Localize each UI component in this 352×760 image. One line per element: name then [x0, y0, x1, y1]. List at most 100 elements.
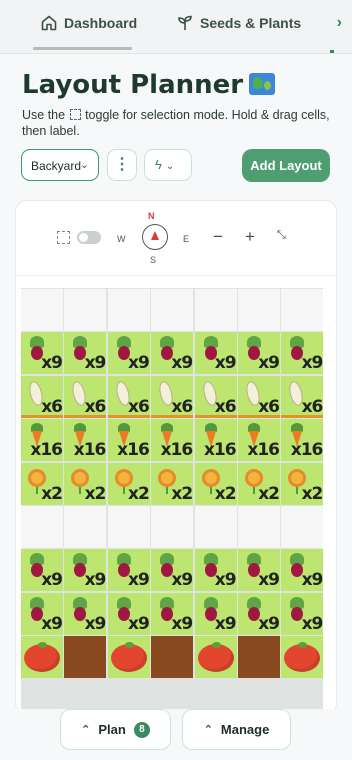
- grid-cell[interactable]: x9: [281, 592, 324, 635]
- grid-cell[interactable]: x6: [107, 375, 150, 418]
- grid-cell[interactable]: x9: [194, 592, 237, 635]
- plant-count: x9: [41, 570, 63, 591]
- plant-count: x9: [258, 570, 280, 591]
- grid-cell[interactable]: x6: [238, 375, 280, 418]
- plan-button[interactable]: ⌃ Plan 8: [60, 709, 171, 750]
- grid-cell[interactable]: x6: [194, 375, 237, 418]
- grid-cell[interactable]: x9: [64, 549, 107, 592]
- add-layout-button[interactable]: Add Layout: [242, 149, 330, 182]
- fit-view-icon[interactable]: ⤡: [277, 229, 290, 242]
- grid-cell[interactable]: x2: [107, 462, 150, 505]
- grid-cell[interactable]: x2: [194, 462, 237, 505]
- quick-actions-button[interactable]: ϟ ⌄: [144, 149, 192, 181]
- tomato-icon: [110, 642, 147, 673]
- grid-cell[interactable]: x16: [194, 419, 237, 462]
- plant-count: x9: [171, 613, 193, 634]
- soil-cell[interactable]: [64, 636, 107, 679]
- tab-seeds-plants[interactable]: Seeds & Plants: [176, 14, 301, 32]
- grid-cell[interactable]: [151, 289, 194, 331]
- grid-cell[interactable]: x9: [64, 332, 107, 375]
- grid-cell[interactable]: x6: [21, 375, 63, 418]
- grid-cell[interactable]: x9: [281, 549, 324, 592]
- grid-cell[interactable]: x9: [151, 592, 194, 635]
- grid-cell[interactable]: x16: [281, 419, 324, 462]
- grid-cell[interactable]: [281, 289, 324, 331]
- grid-cell[interactable]: x9: [238, 332, 280, 375]
- grid-cell[interactable]: x2: [151, 462, 194, 505]
- plant-count: x2: [128, 483, 150, 504]
- grid-cell[interactable]: x9: [21, 332, 63, 375]
- layout-select[interactable]: Backyard ⌄: [21, 149, 99, 181]
- manage-label: Manage: [220, 722, 270, 737]
- grid-cell[interactable]: x9: [194, 549, 237, 592]
- grid-cell[interactable]: x16: [21, 419, 63, 462]
- grid-cell[interactable]: x9: [238, 592, 280, 635]
- grid-cell[interactable]: [107, 506, 150, 548]
- grid-cell[interactable]: [194, 636, 237, 679]
- grid-cell[interactable]: x9: [21, 549, 63, 592]
- grid-cell[interactable]: [194, 506, 237, 548]
- plant-count: x9: [301, 353, 324, 374]
- grid-cell[interactable]: x2: [238, 462, 280, 505]
- grid-cell[interactable]: x2: [21, 462, 63, 505]
- grid-cell[interactable]: x16: [151, 419, 194, 462]
- plant-count: x6: [128, 396, 150, 417]
- grid-cell[interactable]: x9: [21, 592, 63, 635]
- grid-cell[interactable]: [238, 506, 280, 548]
- grid-cell[interactable]: [281, 636, 324, 679]
- grid-cell[interactable]: [64, 289, 107, 331]
- grid-cell[interactable]: [194, 289, 237, 331]
- grid-cell[interactable]: x9: [281, 332, 324, 375]
- tab-dashboard[interactable]: Dashboard: [40, 14, 137, 32]
- selection-mode-icon: [57, 231, 70, 244]
- plant-count: x16: [30, 440, 63, 461]
- top-tab-bar: Dashboard Seeds & Plants ›: [0, 0, 352, 54]
- grid-cell[interactable]: x6: [64, 375, 107, 418]
- grid-cell[interactable]: x9: [194, 332, 237, 375]
- compass-icon[interactable]: [142, 224, 168, 250]
- plant-count: x6: [171, 396, 193, 417]
- plant-count: x9: [84, 570, 107, 591]
- grid-cell[interactable]: x9: [151, 549, 194, 592]
- layout-canvas: W N S E − + ⤡ x9 x9 x9 x9 x9 x9 x9 x6 x6 x6 x6 x6 x6…: [15, 200, 337, 715]
- zoom-in-button[interactable]: +: [242, 227, 258, 247]
- active-tab-indicator: [33, 47, 132, 50]
- grid-cell[interactable]: [21, 506, 63, 548]
- plant-count: x9: [41, 353, 63, 374]
- grid-cell[interactable]: [21, 636, 63, 679]
- grid-cell[interactable]: x9: [151, 332, 194, 375]
- soil-cell[interactable]: [238, 636, 280, 679]
- grid-cell[interactable]: [107, 636, 150, 679]
- grid-cell[interactable]: [281, 506, 324, 548]
- zoom-out-button[interactable]: −: [210, 227, 226, 247]
- grid-cell[interactable]: [64, 506, 107, 548]
- sprout-icon: [178, 15, 192, 30]
- tab-dashboard-label: Dashboard: [64, 15, 138, 31]
- bolt-icon: ϟ: [155, 157, 162, 172]
- chevron-right-icon[interactable]: ›: [337, 14, 342, 32]
- tomato-icon: [24, 642, 60, 673]
- grid-cell[interactable]: x9: [107, 549, 150, 592]
- grid-cell[interactable]: x9: [238, 549, 280, 592]
- plant-count: x9: [84, 353, 107, 374]
- grid-cell[interactable]: [238, 289, 280, 331]
- grid-cell[interactable]: x16: [107, 419, 150, 462]
- selection-mode-toggle[interactable]: [77, 231, 101, 244]
- plant-count: x9: [171, 570, 193, 591]
- garden-grid[interactable]: x9 x9 x9 x9 x9 x9 x9 x6 x6 x6 x6 x6 x6 x6 x16 x16 x16 x16…: [21, 288, 324, 714]
- grid-cell[interactable]: x6: [151, 375, 194, 418]
- grid-cell[interactable]: x9: [107, 592, 150, 635]
- grid-cell[interactable]: [21, 289, 63, 331]
- grid-cell[interactable]: x6: [281, 375, 324, 418]
- soil-cell[interactable]: [151, 636, 194, 679]
- grid-cell[interactable]: x2: [64, 462, 107, 505]
- manage-button[interactable]: ⌃ Manage: [182, 709, 291, 750]
- more-options-button[interactable]: ⋮: [107, 149, 137, 181]
- grid-cell[interactable]: x16: [238, 419, 280, 462]
- grid-cell[interactable]: [151, 506, 194, 548]
- grid-cell[interactable]: x2: [281, 462, 324, 505]
- grid-cell[interactable]: x9: [64, 592, 107, 635]
- grid-cell[interactable]: x9: [107, 332, 150, 375]
- grid-cell[interactable]: [107, 289, 150, 331]
- grid-cell[interactable]: x16: [64, 419, 107, 462]
